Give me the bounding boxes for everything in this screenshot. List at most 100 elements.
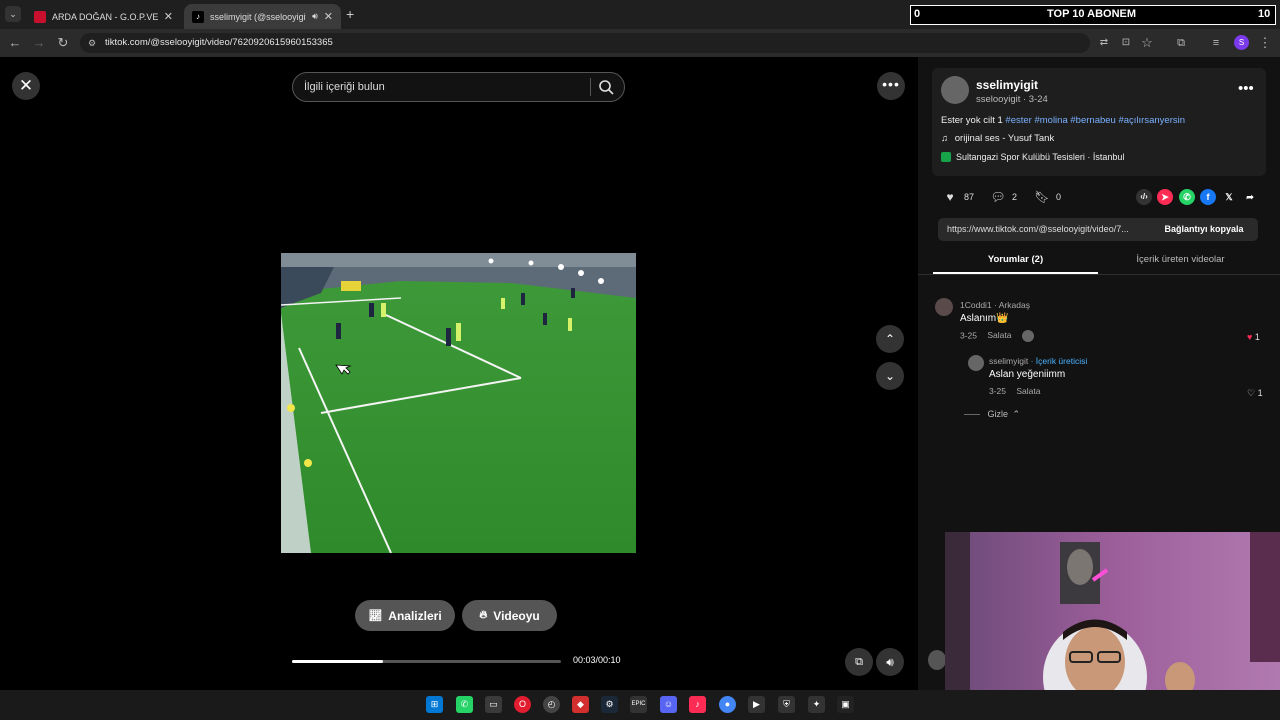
comment-author[interactable]: 1Coddi1 · Arkadaş — [960, 300, 1030, 310]
analytics-button[interactable]: 📈︎ Analizleri — [355, 600, 455, 631]
picture-in-picture-icon[interactable]: ⧉ — [845, 648, 873, 676]
hashtag-link[interactable]: #bernabeu — [1070, 115, 1115, 126]
comment-stat[interactable]: 💬︎ 2 — [989, 189, 1017, 205]
banner-left-value: 0 — [914, 8, 921, 20]
copy-link-button[interactable]: Bağlantıyı kopyala — [1152, 220, 1256, 239]
embed-icon[interactable]: ‹/› — [1136, 189, 1152, 205]
epic-games-icon[interactable]: EPIC — [630, 696, 647, 713]
chrome-icon[interactable]: ● — [719, 696, 736, 713]
reply-button[interactable]: Salata — [1016, 386, 1040, 396]
hashtag-link[interactable]: #molina — [1034, 115, 1067, 126]
comment-input-avatar — [928, 650, 946, 670]
tab-tiktok-video[interactable]: ♪ sselimyigit (@sselooyigit) | 🔊︎ ✕ — [184, 4, 341, 29]
url-field[interactable]: ⚙ tiktok.com/@sselooyigit/video/76209206… — [80, 33, 1090, 53]
flame-icon: 🔥︎ — [479, 609, 488, 621]
next-video-icon[interactable]: ⌄ — [876, 362, 904, 390]
speaker-icon[interactable]: 🔊︎ — [312, 11, 318, 22]
terminal-icon[interactable]: ▣ — [837, 696, 854, 713]
search-placeholder: İlgili içeriği bulun — [304, 81, 385, 93]
tab-arda-dogan[interactable]: ARDA DOĞAN - G.O.P.VENÜS ✕ — [26, 4, 181, 29]
heart-filled-icon: ♥ — [1247, 332, 1253, 342]
creator-liked-badge — [1021, 330, 1034, 342]
reply-button[interactable]: Salata — [987, 330, 1011, 340]
previous-video-icon[interactable]: ⌃ — [876, 325, 904, 353]
close-tab-icon[interactable]: ✕ — [164, 10, 173, 23]
shield-icon[interactable]: ⛨ — [778, 696, 795, 713]
tiktok-taskbar-icon[interactable]: ♪ — [689, 696, 706, 713]
site-info-icon[interactable]: ⚙ — [88, 33, 96, 53]
hashtag-link[interactable]: #açılırsanyersin — [1118, 115, 1185, 126]
hashtag-link[interactable]: #ester — [1005, 115, 1031, 126]
browser-menu-icon[interactable]: ⋮ — [1257, 35, 1273, 51]
author-avatar[interactable] — [941, 76, 969, 104]
x-twitter-icon[interactable]: 𝕏 — [1221, 189, 1237, 205]
video-progress-bar[interactable] — [292, 660, 561, 663]
reply-meta: 3-25 Salata — [989, 386, 1041, 396]
chevron-up-icon: ⌃ — [1012, 409, 1021, 419]
location-pin-icon — [941, 152, 951, 162]
banner-right-value: 10 — [1258, 8, 1271, 20]
reply-like[interactable]: ♡ 1 — [1247, 388, 1263, 399]
reply-author[interactable]: sselimyigit · İçerik üreticisi — [989, 356, 1087, 366]
start-menu-icon[interactable]: ⊞ — [426, 696, 443, 713]
repost-icon[interactable]: ➤ — [1157, 189, 1173, 205]
tab-comments[interactable]: Yorumlar (2) — [933, 254, 1098, 274]
post-caption: Ester yok cilt 1 #ester #molina #bernabe… — [941, 115, 1185, 126]
post-more-icon[interactable]: ••• — [1238, 80, 1254, 97]
heart-icon: ♥ — [946, 190, 954, 204]
back-icon[interactable]: ← — [7, 35, 23, 51]
more-options-icon[interactable]: ••• — [877, 72, 905, 100]
close-icon[interactable]: ✕ — [12, 72, 40, 100]
facebook-icon[interactable]: f — [1200, 189, 1216, 205]
volume-icon[interactable]: 🔊︎ — [876, 648, 904, 676]
reply-text: Aslan yeğeniimm — [989, 369, 1066, 380]
divider-line — [964, 414, 980, 416]
speedometer-icon[interactable]: ◴ — [543, 696, 560, 713]
author-username[interactable]: sselimyigit — [976, 78, 1038, 92]
translate-icon[interactable]: ⇄ — [1096, 35, 1112, 51]
tiktok-icon: ♪ — [192, 10, 204, 23]
tab-search-button[interactable]: ⌄ — [5, 6, 21, 22]
reply-avatar[interactable] — [968, 355, 984, 371]
opera-icon[interactable]: O — [514, 696, 531, 713]
post-location[interactable]: Sultangazi Spor Kulübü Tesisleri · İstan… — [941, 152, 1124, 162]
like-stat[interactable]: ♥ 87 — [941, 189, 974, 205]
tab-creator-videos[interactable]: İçerik üreten videolar — [1098, 254, 1263, 274]
game-icon[interactable]: ✦ — [808, 696, 825, 713]
profile-avatar[interactable]: S — [1234, 35, 1249, 50]
comment-meta: 3-25 Salata — [960, 330, 1034, 342]
extensions-icon[interactable]: ⧉ — [1173, 35, 1189, 51]
search-icon[interactable] — [597, 78, 615, 96]
related-search-input[interactable]: İlgili içeriği bulun — [292, 72, 625, 102]
reply-item: sselimyigit · İçerik üreticisi Aslan yeğ… — [968, 352, 1265, 402]
red-app-icon[interactable]: ◆ — [572, 696, 589, 713]
hide-replies-button[interactable]: Gizle ⌃ — [964, 409, 1020, 420]
whatsapp-taskbar-icon[interactable]: ✆ — [456, 696, 473, 713]
comment-like[interactable]: ♥ 1 — [1247, 332, 1260, 342]
forward-icon[interactable]: → — [31, 35, 47, 51]
close-tab-icon[interactable]: ✕ — [324, 10, 333, 23]
video-frame[interactable] — [281, 253, 636, 553]
file-explorer-icon[interactable]: ▭ — [485, 696, 502, 713]
red-flag-icon — [34, 10, 46, 23]
reload-icon[interactable]: ↻ — [55, 35, 71, 51]
discord-icon[interactable]: ☺ — [660, 696, 677, 713]
video-progress-fill — [292, 660, 384, 663]
whatsapp-icon[interactable]: ✆ — [1179, 189, 1195, 205]
music-note-icon: ♫ — [941, 133, 949, 144]
comment-text: Aslanım👑 — [960, 313, 1009, 324]
bookmark-star-icon[interactable]: ☆ — [1139, 35, 1155, 51]
media-controls-icon[interactable]: ≡ — [1208, 35, 1224, 51]
steam-icon[interactable]: ⚙ — [601, 696, 618, 713]
share-link-text[interactable]: https://www.tiktok.com/@sselooyigit/vide… — [947, 224, 1150, 234]
share-more-icon[interactable]: ➦ — [1242, 189, 1258, 205]
post-sound[interactable]: ♫ orijinal ses - Yusuf Tank — [941, 133, 1054, 144]
app-icon[interactable]: ▶ — [748, 696, 765, 713]
heart-outline-icon: ♡ — [1247, 388, 1256, 398]
new-tab-button[interactable]: + — [346, 6, 354, 22]
install-app-icon[interactable]: ⊡ — [1118, 35, 1134, 51]
save-stat[interactable]: 🔖︎ 0 — [1033, 189, 1061, 205]
banner-title: TOP 10 ABONEM — [1047, 8, 1137, 20]
comment-avatar[interactable] — [935, 298, 953, 316]
promote-video-button[interactable]: 🔥︎ Videoyu — [462, 600, 557, 631]
